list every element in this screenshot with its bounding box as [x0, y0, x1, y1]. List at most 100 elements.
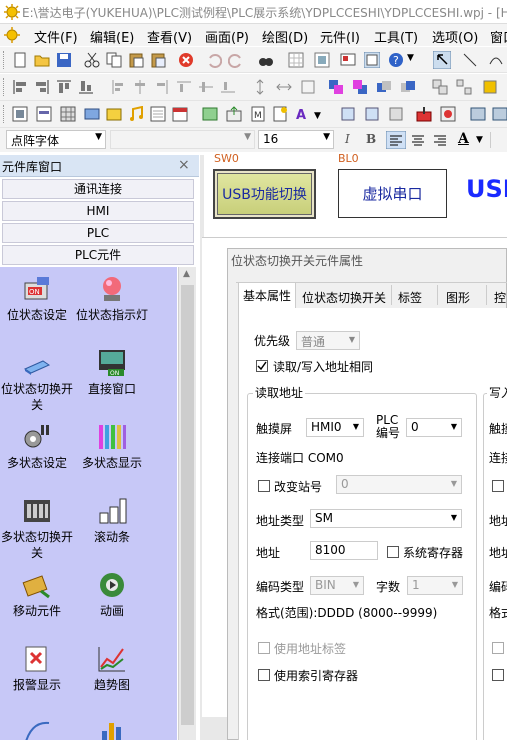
station-select[interactable]: 0 ▼	[336, 475, 462, 494]
category-hmi[interactable]: HMI	[2, 201, 194, 221]
help-icon[interactable]: ?	[388, 52, 404, 68]
picture-icon[interactable]	[202, 106, 218, 122]
library-item[interactable]: 多状态显示	[72, 421, 152, 471]
recipe-icon[interactable]	[150, 106, 166, 122]
menu-element[interactable]: 元件(I)	[320, 27, 360, 46]
music-icon[interactable]	[128, 106, 144, 122]
app-menu-icon[interactable]	[4, 27, 20, 43]
paste-special-icon[interactable]	[150, 52, 166, 68]
change-station-checkbox[interactable]	[258, 480, 270, 492]
address-type-select[interactable]: SM ▼	[310, 509, 462, 528]
document-new-icon[interactable]	[272, 106, 288, 122]
plc-no-select[interactable]: 0 ▼	[406, 418, 462, 437]
tab-control[interactable]: 控	[494, 289, 506, 306]
system-register-checkbox[interactable]	[387, 546, 399, 558]
font-style-combo[interactable]: ▼	[110, 130, 255, 149]
menu-window[interactable]: 窗口	[490, 27, 507, 46]
download-icon[interactable]	[416, 106, 432, 122]
align-right-text-icon[interactable]	[432, 132, 448, 148]
export-icon[interactable]	[226, 106, 242, 122]
align-left-text-icon[interactable]	[386, 131, 406, 149]
digits-select[interactable]: 1 ▼	[407, 576, 463, 595]
group-icon[interactable]	[432, 79, 448, 95]
font-name-combo[interactable]: 点阵字体 ▼	[6, 130, 106, 149]
distribute-center-icon[interactable]	[132, 79, 148, 95]
keypad-icon[interactable]	[60, 106, 76, 122]
text-a-icon[interactable]: A	[294, 106, 310, 122]
usb-switch-button[interactable]: USB功能切换	[213, 169, 316, 219]
online-icon[interactable]	[492, 106, 507, 122]
library-item[interactable]: 位状态指示灯	[72, 273, 152, 323]
save-icon[interactable]	[56, 52, 72, 68]
delete-icon[interactable]	[178, 52, 194, 68]
screen-icon[interactable]	[340, 52, 356, 68]
italic-button[interactable]: I	[345, 132, 350, 146]
pointer-tool-icon[interactable]	[433, 51, 451, 69]
virtual-port-box[interactable]: 虚拟串口	[338, 169, 447, 218]
category-plc-elements[interactable]: PLC元件	[2, 245, 194, 265]
distribute-bottom-icon[interactable]	[220, 79, 236, 95]
new-file-icon[interactable]	[12, 52, 28, 68]
same-size-icon[interactable]	[300, 79, 316, 95]
library-item[interactable]: ON 位状态设定	[0, 273, 77, 323]
undo-icon[interactable]	[206, 52, 222, 68]
font-color-dropdown-arrow[interactable]: ▼	[476, 135, 483, 145]
align-right-icon[interactable]	[34, 79, 50, 95]
library-item[interactable]: 位状态切换开关	[0, 347, 77, 413]
library-item[interactable]: 移动元件	[0, 569, 77, 619]
library-item[interactable]	[0, 717, 77, 740]
clock-widget-icon[interactable]	[84, 106, 100, 122]
close-icon[interactable]: ×	[178, 157, 190, 173]
tab-basic[interactable]: 基本属性	[238, 282, 296, 309]
distribute-right-icon[interactable]	[154, 79, 170, 95]
compile-icon[interactable]	[470, 106, 486, 122]
bitmap-icon[interactable]	[106, 106, 122, 122]
distribute-middle-icon[interactable]	[198, 79, 214, 95]
element-dropdown-arrow[interactable]: ▼	[314, 111, 321, 121]
bold-button[interactable]: B	[366, 132, 376, 146]
menu-draw[interactable]: 绘图(D)	[262, 27, 308, 46]
write-use-index-register-checkbox[interactable]	[492, 669, 504, 681]
align-center-text-icon[interactable]	[410, 132, 426, 148]
use-index-register-checkbox[interactable]	[258, 669, 270, 681]
redo-icon[interactable]	[228, 52, 244, 68]
open-folder-icon[interactable]	[34, 52, 50, 68]
menu-file[interactable]: 文件(F)	[34, 27, 78, 46]
frame-first-icon[interactable]	[340, 106, 356, 122]
frame-prev-icon[interactable]	[364, 106, 380, 122]
send-back-icon[interactable]	[352, 79, 368, 95]
find-icon[interactable]	[258, 52, 274, 68]
write-change-station-checkbox[interactable]	[492, 480, 504, 492]
library-item[interactable]	[72, 717, 152, 740]
address-input[interactable]: 8100	[310, 541, 378, 560]
scroll-up-icon[interactable]: ▲	[183, 269, 190, 279]
menu-screen[interactable]: 画面(P)	[205, 27, 249, 46]
align-bottom-icon[interactable]	[78, 79, 94, 95]
word-button-icon[interactable]	[36, 106, 52, 122]
font-size-combo[interactable]: 16 ▼	[258, 130, 334, 149]
bit-button-icon[interactable]	[12, 106, 28, 122]
tab-label[interactable]: 标签	[398, 289, 422, 306]
library-item[interactable]: 滚动条	[72, 495, 152, 545]
write-use-address-tag-checkbox[interactable]	[492, 642, 504, 654]
distribute-top-icon[interactable]	[176, 79, 192, 95]
library-item[interactable]: 多状态设定	[0, 421, 77, 471]
send-backward-icon[interactable]	[400, 79, 416, 95]
bring-front-icon[interactable]	[328, 79, 344, 95]
library-item[interactable]: 动画	[72, 569, 152, 619]
library-item[interactable]: ON 直接窗口	[72, 347, 152, 397]
select-mode-icon[interactable]	[364, 52, 380, 68]
help-dropdown-arrow[interactable]: ▼	[407, 53, 414, 63]
paste-icon[interactable]	[128, 52, 144, 68]
rotate-icon[interactable]	[482, 79, 498, 95]
align-left-icon[interactable]	[12, 79, 28, 95]
scroll-thumb[interactable]	[181, 285, 194, 725]
code-type-select[interactable]: BIN ▼	[310, 576, 364, 595]
menu-tools[interactable]: 工具(T)	[374, 27, 418, 46]
grid-icon[interactable]	[288, 52, 304, 68]
priority-select[interactable]: 普通 ▼	[296, 331, 360, 350]
simulate-icon[interactable]	[440, 106, 456, 122]
library-item[interactable]: 报警显示	[0, 643, 77, 693]
tab-graphic[interactable]: 图形	[446, 289, 470, 306]
library-item[interactable]: 多状态切换开关	[0, 495, 77, 561]
